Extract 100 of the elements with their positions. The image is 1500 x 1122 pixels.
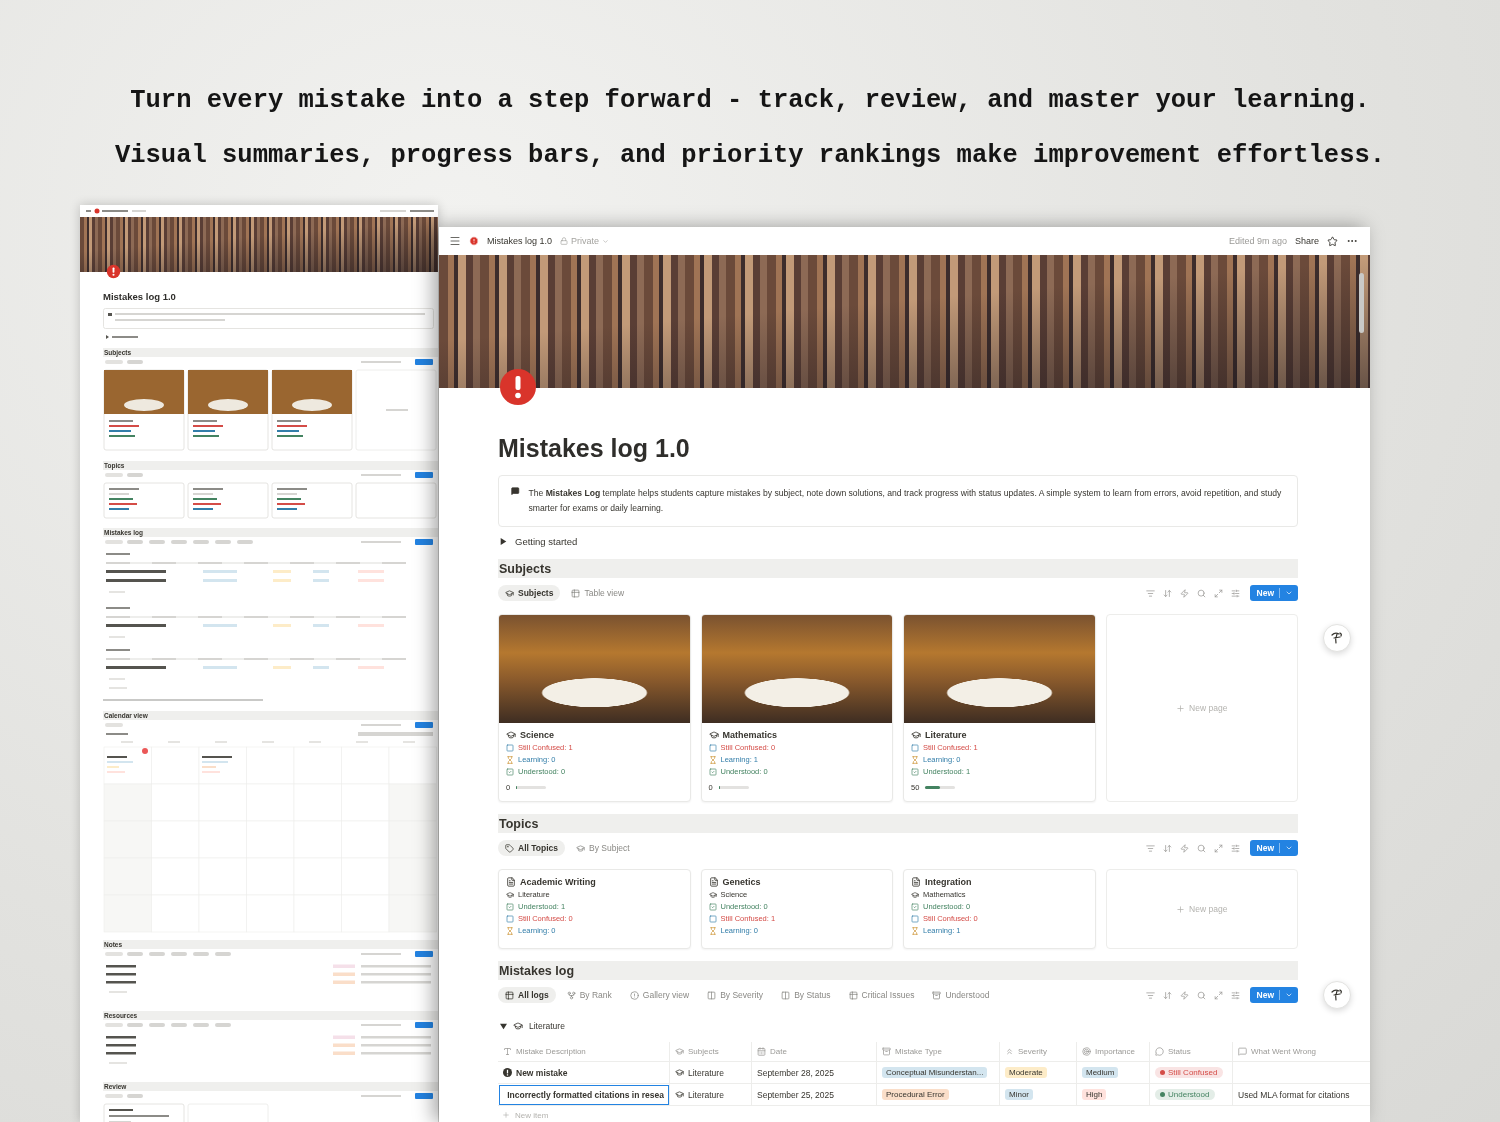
- chevrons-up-icon: [1005, 1047, 1014, 1056]
- view-tab[interactable]: All Topics: [498, 840, 565, 856]
- lightning-icon[interactable]: [1179, 588, 1189, 598]
- section-header: Subjects: [498, 559, 1298, 578]
- column-header: Subjects: [688, 1047, 719, 1056]
- sort-icon[interactable]: [1162, 588, 1172, 598]
- new-page-card[interactable]: New page: [1105, 614, 1298, 802]
- search-icon[interactable]: [1196, 588, 1206, 598]
- cap-icon: [505, 588, 514, 598]
- hourglass-icon: [708, 926, 717, 935]
- plus-icon: [1176, 703, 1186, 713]
- view-tab[interactable]: Table view: [564, 585, 632, 601]
- filter-icon[interactable]: [1145, 588, 1155, 598]
- square-icon: [506, 914, 514, 923]
- caret-icon: [500, 1022, 507, 1030]
- caret-icon: [602, 237, 610, 245]
- table-icon: [571, 588, 581, 598]
- title-cell[interactable]: Incorrectly formatted citations in resea: [498, 1084, 670, 1106]
- card-title: Literature: [925, 730, 967, 740]
- title-cell[interactable]: New mistake: [498, 1062, 670, 1084]
- view-tab[interactable]: Subjects: [498, 585, 561, 601]
- headline-text: Turn every mistake into a step forward - track, review, and master your learning.: [130, 85, 1370, 117]
- expand-icon[interactable]: [1213, 990, 1223, 1000]
- status-label: Understood: [1168, 1090, 1210, 1099]
- lightning-icon[interactable]: [1179, 990, 1189, 1000]
- table-icon: [848, 990, 858, 1000]
- hourglass-icon: [506, 755, 514, 764]
- tag: Moderate: [1005, 1067, 1047, 1078]
- caret-icon: [1285, 844, 1293, 852]
- view-tab[interactable]: Understood: [925, 987, 997, 1003]
- column-header: Severity: [1018, 1047, 1047, 1056]
- alert-icon: [498, 367, 538, 407]
- new-button[interactable]: New: [1249, 840, 1298, 856]
- cap-icon: [675, 1047, 684, 1056]
- share-button[interactable]: Share: [1294, 236, 1319, 246]
- assistant-button[interactable]: [1323, 624, 1351, 652]
- edited-time: Edited 9m ago: [1228, 236, 1287, 246]
- square-icon: [911, 743, 919, 752]
- cap-icon: [576, 843, 585, 853]
- headline-text: Visual summaries, progress bars, and priority rankings make improvement effortless.: [114, 140, 1386, 172]
- settings-icon[interactable]: [1230, 990, 1240, 1000]
- privacy-button[interactable]: Private: [560, 236, 610, 246]
- settings-icon[interactable]: [1230, 588, 1240, 598]
- view-tab[interactable]: By Rank: [559, 987, 619, 1003]
- assistant-button[interactable]: [1323, 981, 1351, 1009]
- caret-icon: [500, 538, 507, 545]
- expand-icon[interactable]: [1213, 588, 1223, 598]
- cap-icon: [911, 890, 919, 899]
- breadcrumb[interactable]: Mistakes log 1.0: [487, 236, 553, 246]
- column-header: Date: [770, 1047, 787, 1056]
- speech-bubble-icon: [511, 486, 520, 496]
- group-title: Literature: [529, 1021, 565, 1031]
- search-icon[interactable]: [1196, 990, 1206, 1000]
- check-square-icon: [708, 902, 717, 911]
- check-square-icon: [506, 902, 514, 911]
- alert-icon: [629, 990, 639, 1000]
- view-tab[interactable]: Critical Issues: [841, 987, 922, 1003]
- view-tab[interactable]: By Status: [774, 987, 838, 1003]
- filter-icon[interactable]: [1145, 843, 1155, 853]
- archive-icon: [932, 990, 942, 1000]
- card-title: Mathematics: [722, 730, 778, 740]
- menu-icon[interactable]: [449, 235, 461, 247]
- expand-icon[interactable]: [1213, 843, 1223, 853]
- filter-icon[interactable]: [1145, 990, 1155, 1000]
- new-page-card[interactable]: New page: [1105, 869, 1298, 949]
- scrollbar[interactable]: [1359, 273, 1364, 333]
- columns-icon: [707, 990, 717, 1000]
- view-tab[interactable]: All logs: [498, 987, 556, 1003]
- caret-icon: [1285, 991, 1293, 999]
- lightning-icon[interactable]: [1179, 843, 1189, 853]
- caret-icon: [1285, 589, 1293, 597]
- view-tab[interactable]: By Severity: [700, 987, 771, 1003]
- card-title: Genetics: [722, 877, 761, 887]
- target-icon: [1082, 1047, 1091, 1056]
- sort-icon[interactable]: [1162, 990, 1172, 1000]
- star-icon[interactable]: [1327, 235, 1338, 247]
- settings-icon[interactable]: [1230, 843, 1240, 853]
- card-title: Integration: [925, 877, 972, 887]
- new-item-button[interactable]: New item: [498, 1107, 553, 1122]
- cap-icon: [708, 890, 717, 899]
- table-icon: [505, 990, 514, 1000]
- columns-icon: [781, 990, 791, 1000]
- new-button[interactable]: New: [1249, 585, 1298, 601]
- script-icon: [1330, 631, 1344, 645]
- new-button[interactable]: New: [1249, 987, 1298, 1003]
- cap-icon: [675, 1090, 684, 1099]
- view-tab[interactable]: By Subject: [569, 840, 637, 856]
- plus-icon: [1176, 904, 1186, 914]
- search-icon[interactable]: [1196, 843, 1206, 853]
- section-header: Topics: [498, 814, 1298, 833]
- section-header: Mistakes log: [498, 961, 1298, 980]
- check-square-icon: [708, 767, 717, 776]
- square-icon: [708, 743, 717, 752]
- view-tab[interactable]: Gallery view: [622, 987, 697, 1003]
- sort-icon[interactable]: [1162, 843, 1172, 853]
- square-icon: [506, 743, 514, 752]
- tag-icon: [505, 843, 514, 853]
- getting-started-toggle[interactable]: Getting started: [500, 536, 578, 547]
- lock-icon: [560, 237, 569, 245]
- cap-icon: [506, 890, 514, 899]
